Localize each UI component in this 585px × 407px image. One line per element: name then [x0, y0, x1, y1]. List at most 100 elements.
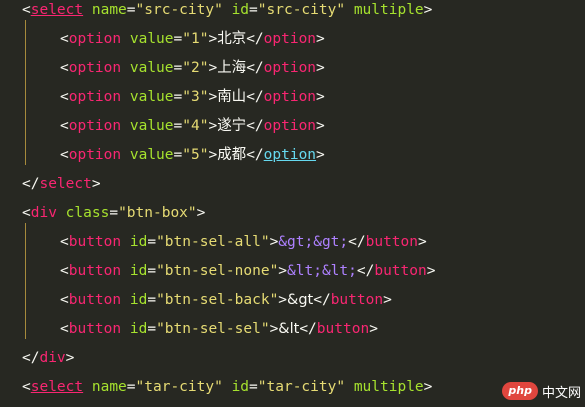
code-line[interactable]: </select> — [22, 174, 101, 203]
attribute-value: "btn-box" — [118, 205, 197, 221]
option-text: 北京 — [217, 31, 247, 47]
angle-close: > — [423, 379, 433, 395]
code-line[interactable]: <select name="src-city" id="src-city" mu… — [22, 0, 432, 29]
angle-close: > — [208, 147, 218, 163]
angle-open: </ — [22, 176, 40, 192]
attribute-name: id — [231, 379, 250, 395]
angle-open: < — [60, 263, 69, 279]
code-line[interactable]: <option value="3">南山</option> — [60, 87, 325, 116]
angle-open: < — [60, 234, 69, 250]
attribute-name: id — [129, 292, 148, 308]
equals-sign: = — [147, 234, 157, 250]
tag-name: option — [68, 60, 122, 76]
angle-open: </ — [22, 350, 40, 366]
code-line[interactable]: <button id="btn-sel-all">&gt;&gt;</butto… — [60, 232, 427, 261]
option-text: 遂宁 — [217, 118, 247, 134]
angle-close: > — [91, 176, 101, 192]
equals-sign: = — [126, 2, 136, 18]
angle-open: </ — [246, 147, 264, 163]
closing-tag-name: option — [263, 89, 317, 105]
attribute-value: "2" — [182, 60, 209, 76]
angle-close: > — [383, 292, 392, 308]
attribute-value: "4" — [182, 118, 209, 134]
attribute-value: "btn-sel-back" — [156, 292, 279, 308]
code-line[interactable]: <div class="btn-box"> — [22, 203, 205, 232]
tag-name: option — [68, 118, 122, 134]
angle-close: > — [278, 263, 288, 279]
attribute-flag: multiple — [353, 2, 424, 18]
equals-sign: = — [249, 379, 258, 395]
angle-open: < — [22, 2, 31, 18]
attribute-value: "tar-city" — [135, 379, 223, 395]
tag-name: button — [68, 234, 122, 250]
attribute-value: "3" — [182, 89, 209, 105]
watermark-text: 中文网 — [541, 385, 581, 401]
tag-name: button — [68, 321, 122, 337]
angle-close: > — [316, 118, 325, 134]
angle-open: < — [60, 292, 69, 308]
attribute-name: id — [231, 2, 250, 18]
tag-name: option — [68, 89, 122, 105]
attribute-name: id — [129, 263, 148, 279]
option-text: 南山 — [217, 89, 247, 105]
code-editor[interactable]: <select name="src-city" id="src-city" mu… — [0, 0, 585, 407]
angle-close: > — [278, 292, 288, 308]
watermark: php 中文网 — [502, 381, 581, 401]
attribute-value: "btn-sel-sel" — [156, 321, 270, 337]
code-line[interactable]: <button id="btn-sel-back">&gt</button> — [60, 290, 392, 319]
closing-tag-name: option — [263, 118, 317, 134]
angle-close: > — [196, 205, 206, 221]
code-line[interactable]: <button id="btn-sel-sel">&lt</button> — [60, 319, 378, 348]
code-line[interactable]: <option value="1">北京</option> — [60, 29, 325, 58]
angle-close: > — [208, 60, 218, 76]
code-line[interactable]: <option value="4">遂宁</option> — [60, 116, 325, 145]
code-line[interactable]: <option value="2">上海</option> — [60, 58, 325, 87]
equals-sign: = — [173, 60, 183, 76]
angle-open: </ — [299, 321, 317, 337]
angle-close: > — [316, 147, 325, 163]
tag-name: select — [30, 2, 84, 18]
attribute-name: id — [129, 321, 148, 337]
attribute-name: value — [129, 60, 174, 76]
attribute-name: class — [65, 205, 110, 221]
angle-open: < — [60, 321, 69, 337]
angle-open: </ — [246, 89, 264, 105]
tag-name: option — [68, 31, 122, 47]
angle-close: > — [426, 263, 436, 279]
angle-open: </ — [356, 263, 375, 279]
php-logo-icon: php — [502, 382, 538, 400]
code-line[interactable]: </div> — [22, 348, 74, 377]
closing-tag-name: div — [39, 350, 66, 366]
attribute-flag: multiple — [353, 379, 424, 395]
tag-name: option — [68, 147, 122, 163]
equals-sign: = — [173, 118, 183, 134]
code-line[interactable]: <button id="btn-sel-none">&lt;&lt;</butt… — [60, 261, 435, 290]
closing-tag-name: button — [374, 263, 427, 279]
angle-open: </ — [313, 292, 331, 308]
equals-sign: = — [109, 205, 119, 221]
code-line[interactable]: <option value="5">成都</option> — [60, 145, 325, 174]
angle-close: > — [369, 321, 378, 337]
attribute-value: "5" — [182, 147, 209, 163]
closing-tag-name: button — [316, 321, 370, 337]
attribute-name: id — [129, 234, 148, 250]
closing-tag-name: option — [263, 60, 317, 76]
angle-open: </ — [246, 31, 264, 47]
angle-close: > — [208, 118, 218, 134]
angle-open: </ — [348, 234, 366, 250]
angle-open: < — [60, 89, 69, 105]
entity-text: &lt;&lt; — [287, 263, 357, 279]
closing-tag-name: select — [39, 176, 92, 192]
equals-sign: = — [249, 2, 258, 18]
attribute-name: value — [129, 31, 174, 47]
option-text: 成都 — [217, 147, 247, 163]
equals-sign: = — [147, 321, 157, 337]
angle-close: > — [316, 60, 325, 76]
attribute-value: "btn-sel-all" — [156, 234, 270, 250]
closing-tag-name: button — [330, 292, 384, 308]
indent-guide-select — [25, 20, 26, 165]
angle-open: < — [22, 379, 31, 395]
angle-close: > — [269, 321, 279, 337]
angle-close: > — [423, 2, 433, 18]
code-line[interactable]: <select name="tar-city" id="tar-city" mu… — [22, 377, 432, 406]
